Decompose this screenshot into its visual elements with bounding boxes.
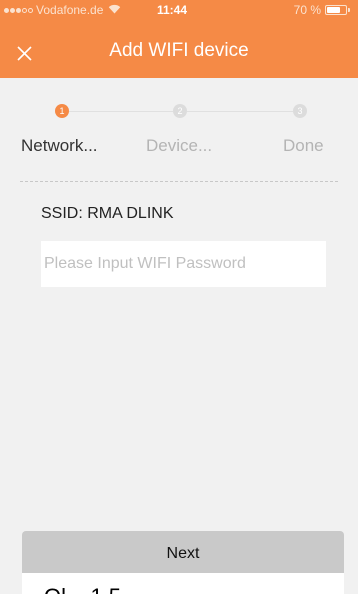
step-3-label: Done [283,136,324,155]
step-connector [187,111,293,112]
battery-cap-icon [348,8,350,12]
ssid-display: SSID: RMA DLINK [41,205,174,223]
status-time: 11:44 [156,3,188,17]
section-divider [20,181,338,182]
step-2-label: Device... [146,136,213,155]
next-button[interactable]: Next [22,531,344,577]
header-bar: Vodafone.de 11:44 70 % Add WIFI device [0,0,358,78]
ssid-label: SSID: [41,205,83,222]
battery-icon [325,5,347,15]
step-connector [69,111,173,112]
clipped-overlay-text: Ol... 1 5 [44,586,121,594]
step-3-indicator: 3 [293,104,307,118]
battery-fill [327,7,340,13]
wifi-password-input[interactable] [41,241,326,287]
battery-status: 70 % [294,3,350,17]
step-1-indicator: 1 [55,104,69,118]
ssid-value: RMA DLINK [87,205,174,222]
battery-percent: 70 % [293,3,321,17]
step-1-label: Network... [21,136,98,155]
status-bar: Vodafone.de 11:44 70 % [0,0,358,20]
page-title: Add WIFI device [109,40,249,61]
step-2-indicator: 2 [173,104,187,118]
